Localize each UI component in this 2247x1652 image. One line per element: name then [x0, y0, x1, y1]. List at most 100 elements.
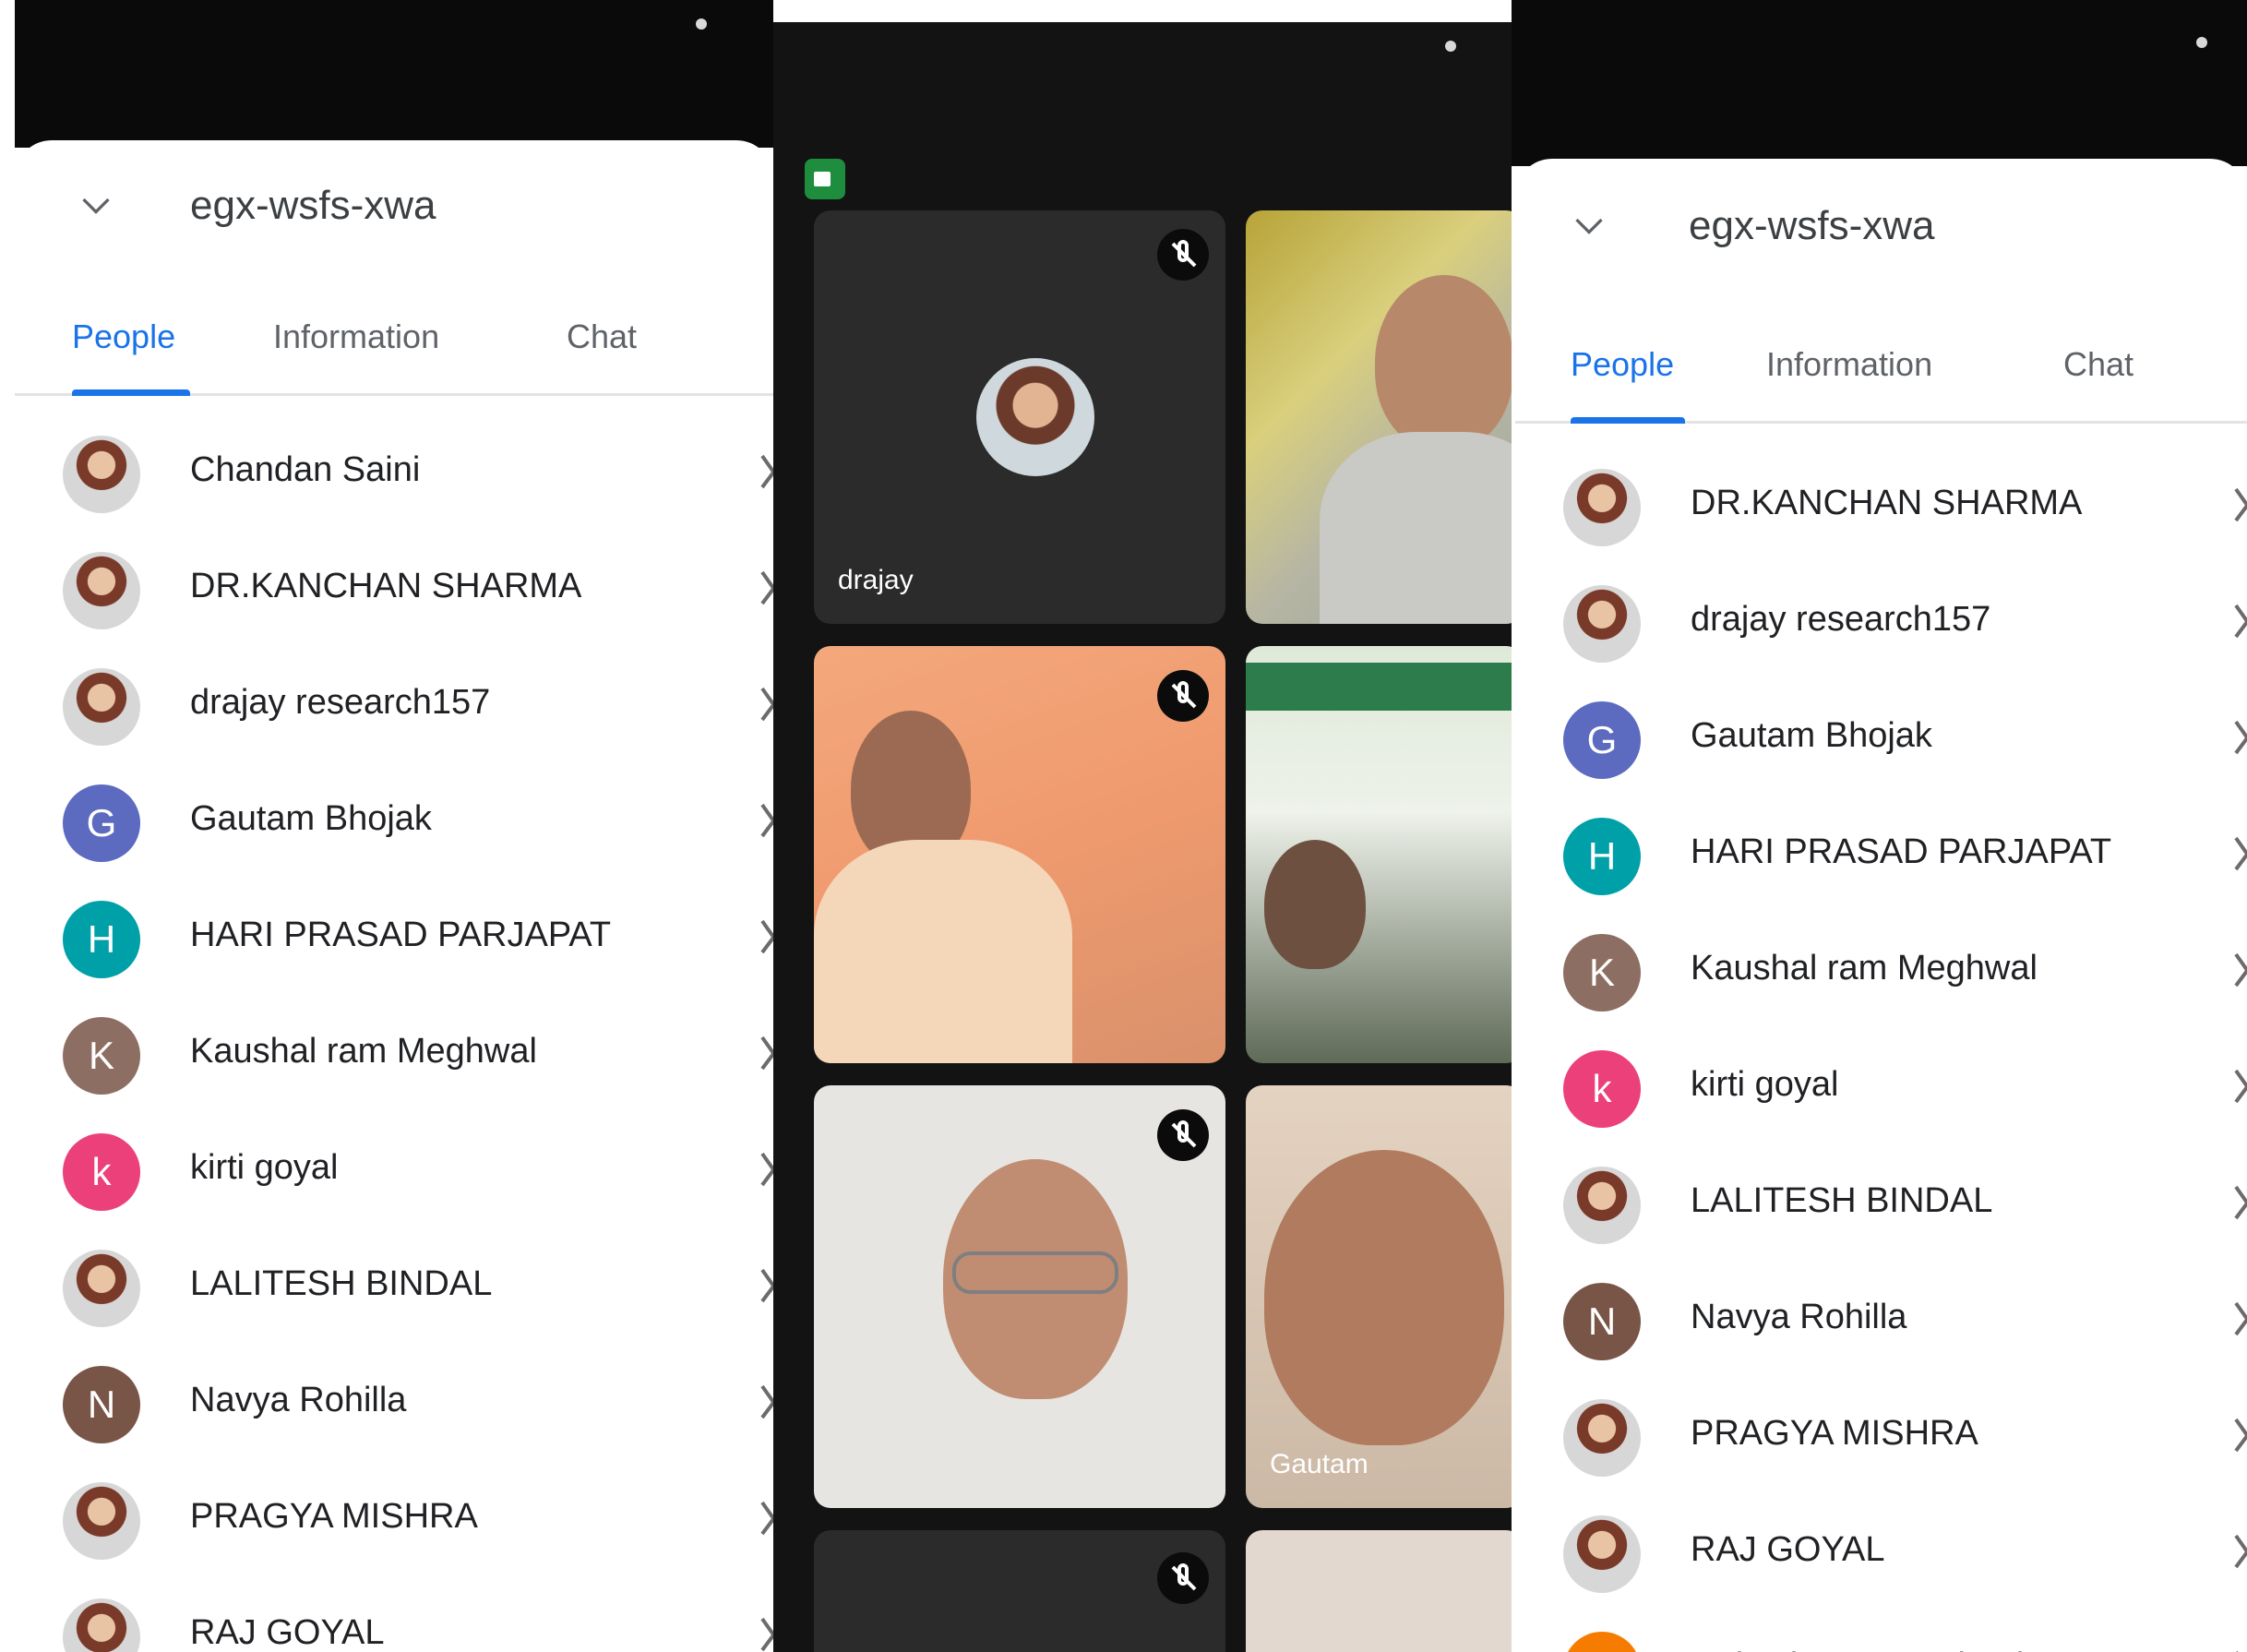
meeting-code: egx-wsfs-xwa — [190, 183, 436, 228]
avatar: G — [63, 784, 140, 862]
avatar: G — [1563, 701, 1641, 779]
chevron-down-icon[interactable] — [79, 188, 113, 221]
tab-people[interactable]: People — [1571, 345, 1674, 384]
participant-row[interactable]: PRAGYA MISHRA — [15, 1464, 773, 1580]
participant-row[interactable]: K Kaushal ram Meghwal — [15, 999, 773, 1115]
sheet-header: egx-wsfs-xwa — [1515, 159, 2247, 279]
participant-row[interactable]: LALITESH BINDAL — [15, 1231, 773, 1347]
avatar — [1563, 1399, 1641, 1477]
participant-name: Gautam Bhojak — [1691, 716, 1932, 755]
participant-name: Kaushal ram Meghwal — [190, 1032, 537, 1071]
participant-name: DR.KANCHAN SHARMA — [190, 567, 582, 605]
more-icon[interactable] — [757, 1148, 773, 1191]
camera-dot — [696, 18, 707, 30]
participant-row[interactable]: PRAGYA MISHRA — [1515, 1381, 2247, 1497]
more-icon[interactable] — [2230, 949, 2247, 991]
video-tile[interactable] — [1246, 210, 1512, 624]
video-tile[interactable] — [814, 646, 1225, 1063]
participant-row[interactable]: N Navya Rohilla — [1515, 1264, 2247, 1381]
more-icon[interactable] — [757, 567, 773, 609]
participant-avatar — [976, 358, 1094, 476]
video-tile[interactable] — [814, 1085, 1225, 1508]
tab-information[interactable]: Information — [273, 317, 439, 356]
participant-row[interactable]: Chandan Saini — [15, 417, 773, 533]
avatar — [63, 1598, 140, 1652]
avatar — [1563, 469, 1641, 546]
avatar — [63, 552, 140, 629]
tab-bar: People Information Chat — [1515, 325, 2247, 424]
more-icon[interactable] — [2230, 600, 2247, 642]
more-icon[interactable] — [2230, 1646, 2247, 1652]
participant-row[interactable]: DR.KANCHAN SHARMA — [1515, 450, 2247, 567]
participant-name: Kaushal ram Meghwal — [1691, 949, 2038, 988]
participant-row[interactable]: RAJ GOYAL — [1515, 1497, 2247, 1613]
more-icon[interactable] — [2230, 1414, 2247, 1456]
tab-information[interactable]: Information — [1766, 345, 1932, 384]
more-icon[interactable] — [2230, 1530, 2247, 1573]
video-tile[interactable]: drajay — [814, 210, 1225, 624]
avatar: N — [63, 1366, 140, 1443]
avatar — [63, 1250, 140, 1327]
more-icon[interactable] — [757, 1264, 773, 1307]
more-icon[interactable] — [757, 1497, 773, 1539]
tile-name: drajay — [838, 565, 914, 595]
left-people-panel-screenshot: egx-wsfs-xwa People Information Chat Cha… — [0, 0, 773, 1652]
more-icon[interactable] — [2230, 484, 2247, 526]
avatar: H — [63, 901, 140, 978]
top-edge — [773, 0, 1512, 22]
avatar — [63, 668, 140, 746]
more-icon[interactable] — [757, 916, 773, 958]
participant-row[interactable]: H HARI PRASAD PARJAPAT — [15, 882, 773, 999]
participant-face — [1375, 275, 1512, 450]
avatar: H — [1563, 818, 1641, 895]
participant-name: HARI PRASAD PARJAPAT — [190, 916, 612, 954]
participant-face — [1264, 1150, 1504, 1445]
more-icon[interactable] — [757, 1613, 773, 1652]
status-bar — [1512, 0, 2247, 166]
tab-chat[interactable]: Chat — [567, 317, 637, 356]
more-icon[interactable] — [757, 450, 773, 493]
more-icon[interactable] — [2230, 1065, 2247, 1107]
participant-row[interactable]: k kirti goyal — [1515, 1032, 2247, 1148]
participant-name: DR.KANCHAN SHARMA — [1691, 484, 2083, 522]
more-icon[interactable] — [757, 799, 773, 842]
tab-people[interactable]: People — [72, 317, 175, 356]
mic-off-icon — [1157, 670, 1209, 722]
camera-dot — [1445, 41, 1456, 52]
more-icon[interactable] — [2230, 1181, 2247, 1224]
more-icon[interactable] — [2230, 832, 2247, 875]
more-icon[interactable] — [2230, 716, 2247, 759]
participant-name: Navya Rohilla — [1691, 1298, 1907, 1336]
participant-face — [1264, 840, 1366, 969]
video-tile[interactable] — [1246, 646, 1512, 1063]
participant-row[interactable]: drajay research157 — [15, 650, 773, 766]
participant-name: RAJ GOYAL — [1691, 1530, 1885, 1569]
more-icon[interactable] — [757, 1381, 773, 1423]
participant-row[interactable]: G Gautam Bhojak — [1515, 683, 2247, 799]
participant-name: RAJ GOYAL — [190, 1613, 385, 1652]
participant-row[interactable]: H HARI PRASAD PARJAPAT — [1515, 799, 2247, 916]
participant-row[interactable]: DR.KANCHAN SHARMA — [15, 533, 773, 650]
video-tile[interactable]: Gautam — [1246, 1085, 1512, 1508]
video-tile[interactable] — [814, 1530, 1225, 1652]
people-sheet: egx-wsfs-xwa People Information Chat Cha… — [15, 140, 773, 1652]
participant-row[interactable]: K Kaushal ram Meghwal — [1515, 916, 2247, 1032]
participant-row[interactable]: RAJ GOYAL — [15, 1580, 773, 1652]
participant-body — [1320, 432, 1512, 624]
participant-row[interactable]: k kirti goyal — [15, 1115, 773, 1231]
participant-row[interactable]: G Gautam Bhojak — [15, 766, 773, 882]
tab-chat[interactable]: Chat — [2063, 345, 2133, 384]
active-tab-indicator — [1571, 417, 1685, 424]
avatar: N — [1563, 1283, 1641, 1360]
more-icon[interactable] — [2230, 1298, 2247, 1340]
avatar — [63, 436, 140, 513]
participant-row[interactable]: drajay research157 — [1515, 567, 2247, 683]
video-tile[interactable] — [1246, 1530, 1512, 1652]
more-icon[interactable] — [757, 683, 773, 725]
participant-row[interactable]: N Navya Rohilla — [15, 1347, 773, 1464]
participant-row[interactable]: LALITESH BINDAL — [1515, 1148, 2247, 1264]
more-icon[interactable] — [757, 1032, 773, 1074]
tile-name: Gautam — [1270, 1449, 1369, 1479]
participant-row[interactable]: R Rakesh Kumar Chouhan — [1515, 1613, 2247, 1652]
chevron-down-icon[interactable] — [1572, 209, 1606, 242]
